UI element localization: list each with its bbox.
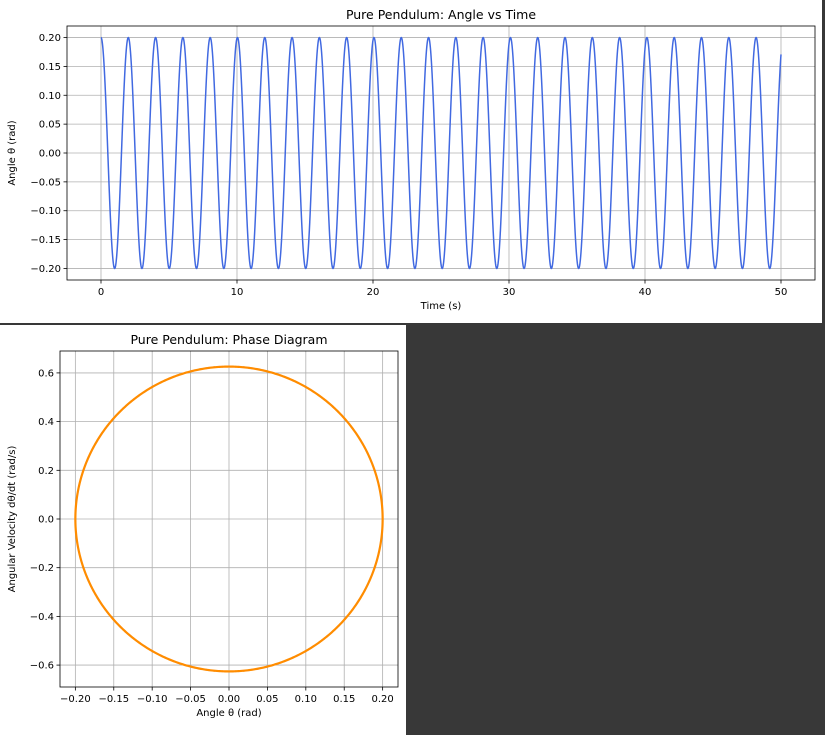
angle-time-x-tick: 40	[639, 280, 652, 298]
phase-y-tick-label: −0.2	[30, 563, 54, 574]
angle-time-x-tick: 50	[775, 280, 788, 298]
phase-x-axis-label: Angle θ (rad)	[196, 708, 261, 719]
angle-time-y-tick-label: −0.20	[30, 264, 61, 275]
phase-x-tick: 0.05	[256, 687, 279, 705]
phase-x-tick: 0.00	[218, 687, 240, 705]
angle-time-x-tick-label: 10	[231, 287, 244, 298]
phase-y-tick-label: −0.6	[30, 661, 54, 672]
phase-y-tick: 0.0	[38, 515, 60, 526]
angle-time-y-tick-label: −0.05	[30, 177, 61, 188]
phase-y-tick: −0.4	[30, 612, 60, 623]
angle-time-y-tick: 0.15	[39, 62, 67, 73]
angle-time-y-axis-label: Angle θ (rad)	[7, 120, 18, 185]
phase-y-tick-label: 0.4	[38, 417, 54, 428]
phase-grid	[60, 351, 398, 687]
angle-time-y-tick: 0.20	[39, 33, 67, 44]
phase-x-tick-label: −0.20	[60, 694, 91, 705]
angle-time-y-tick: 0.05	[39, 120, 67, 131]
phase-x-tick: 0.20	[372, 687, 394, 705]
angle-time-x-axis-label: Time (s)	[420, 301, 462, 312]
angle-vs-time-figure: 0 10 20 30 40 50 −0.20 −0.15 −0.10 −0.05 0.00 0.05 0…	[0, 0, 822, 323]
phase-y-tick: 0.2	[38, 466, 60, 477]
phase-x-tick-label: −0.15	[98, 694, 129, 705]
phase-x-tick-label: −0.05	[175, 694, 206, 705]
angle-time-y-tick: −0.20	[30, 264, 67, 275]
phase-y-tick: 0.4	[38, 417, 60, 428]
angle-time-y-tick-label: −0.15	[30, 235, 61, 246]
angle-time-title: Pure Pendulum: Angle vs Time	[346, 7, 536, 22]
angle-time-y-tick-label: 0.10	[39, 91, 61, 102]
phase-x-tick: −0.15	[98, 687, 129, 705]
angle-time-x-tick-label: 40	[639, 287, 652, 298]
phase-y-tick-label: −0.4	[30, 612, 54, 623]
phase-x-tick-label: 0.15	[333, 694, 355, 705]
phase-x-tick-label: 0.05	[256, 694, 278, 705]
phase-y-tick: 0.6	[38, 368, 60, 379]
angle-time-y-tick-label: 0.00	[39, 149, 61, 160]
angle-time-y-tick: −0.10	[30, 206, 67, 217]
phase-diagram-chart: −0.20 −0.15 −0.10 −0.05 0.00 0.05 0.10 0.15 0.20…	[7, 332, 399, 719]
angle-time-x-tick-label: 20	[367, 287, 380, 298]
phase-y-tick-label: 0.6	[38, 368, 54, 379]
angle-time-x-tick: 10	[231, 280, 244, 298]
angle-vs-time-chart: 0 10 20 30 40 50 −0.20 −0.15 −0.10 −0.05 0.00 0.05 0…	[7, 7, 816, 312]
phase-x-tick-label: 0.10	[295, 694, 317, 705]
phase-x-tick: 0.10	[295, 687, 317, 705]
angle-time-x-tick-label: 0	[98, 287, 104, 298]
angle-time-y-tick: 0.00	[39, 149, 67, 160]
angle-time-y-tick-label: 0.15	[39, 62, 61, 73]
angle-time-y-tick-label: 0.20	[39, 33, 61, 44]
angle-time-x-tick: 30	[503, 280, 516, 298]
angle-time-y-tick-label: −0.10	[30, 206, 61, 217]
angle-time-y-tick: −0.05	[30, 177, 67, 188]
angle-time-x-tick-label: 50	[775, 287, 788, 298]
phase-x-tick-label: −0.10	[137, 694, 168, 705]
phase-title: Pure Pendulum: Phase Diagram	[130, 332, 327, 347]
phase-y-tick-label: 0.0	[38, 515, 54, 526]
phase-diagram-figure: −0.20 −0.15 −0.10 −0.05 0.00 0.05 0.10 0.15 0.20…	[0, 325, 406, 735]
phase-y-tick: −0.2	[30, 563, 60, 574]
phase-y-tick: −0.6	[30, 661, 60, 672]
angle-time-y-tick-label: 0.05	[39, 120, 61, 131]
phase-x-tick: −0.05	[175, 687, 206, 705]
phase-y-tick-label: 0.2	[38, 466, 54, 477]
phase-x-tick-label: 0.00	[218, 694, 240, 705]
angle-time-x-tick-label: 30	[503, 287, 516, 298]
phase-x-tick: −0.10	[137, 687, 168, 705]
angle-time-y-tick: 0.10	[39, 91, 67, 102]
phase-y-axis-label: Angular Velocity dθ/dt (rad/s)	[7, 446, 18, 593]
angle-time-x-tick: 0	[98, 280, 104, 298]
phase-x-tick-label: 0.20	[372, 694, 394, 705]
angle-time-y-tick: −0.15	[30, 235, 67, 246]
angle-time-x-tick: 20	[367, 280, 380, 298]
phase-x-tick: 0.15	[333, 687, 355, 705]
phase-x-tick: −0.20	[60, 687, 91, 705]
